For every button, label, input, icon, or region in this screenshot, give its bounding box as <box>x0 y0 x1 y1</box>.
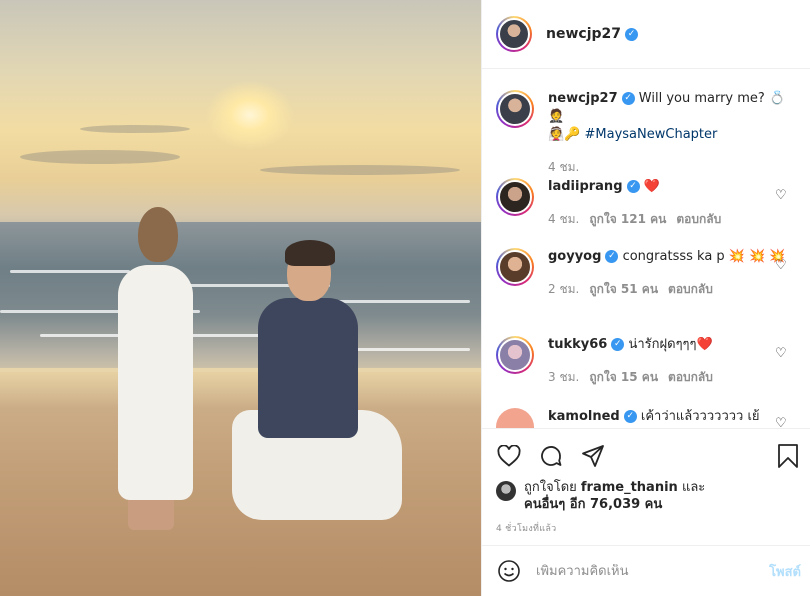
cloud <box>260 165 460 175</box>
woman-head <box>138 207 178 262</box>
comment-list[interactable]: newcjp27 ✓ Will you marry me? 💍🤵 👰🔑 #Mays… <box>482 70 810 428</box>
add-comment-bar: โพสต์ <box>482 545 810 596</box>
avatar[interactable] <box>496 481 516 501</box>
comment-time: 2 ชม. <box>548 282 580 296</box>
comment-text: เค้าว่าแล้ววววววว เย้ <box>640 409 760 424</box>
avatar[interactable] <box>496 408 534 428</box>
hashtag-link[interactable]: #MaysaNewChapter <box>585 127 718 142</box>
comment-icon[interactable] <box>538 443 564 469</box>
sea <box>0 222 481 377</box>
post-timestamp[interactable]: 4 ชั่วโมงที่แล้ว <box>496 521 557 535</box>
action-bar: ถูกใจโดย frame_thanin และ คนอื่นๆ อีก 76… <box>482 428 810 545</box>
post-panel: newcjp27 ✓ newcjp27 ✓ Will you marry me? … <box>481 0 810 596</box>
cloud <box>80 125 190 133</box>
comment-username[interactable]: goyyog <box>548 249 601 264</box>
comment-likes[interactable]: ถูกใจ 121 คน <box>589 210 666 229</box>
heart-icon[interactable]: ♡ <box>775 416 789 428</box>
share-icon[interactable] <box>580 443 606 469</box>
comment-likes[interactable]: ถูกใจ 15 คน <box>589 368 658 387</box>
emoji-icon[interactable] <box>496 558 522 584</box>
reply-button[interactable]: ตอบกลับ <box>676 210 721 229</box>
caption-username[interactable]: newcjp27 <box>548 91 618 106</box>
comment-item: goyyog ✓ congratsss ka p 💥 💥 💥 2 ชม. ถูกใ… <box>496 248 788 299</box>
verified-icon: ✓ <box>626 180 640 193</box>
likes-others[interactable]: คนอื่นๆ อีก 76,039 คน <box>524 497 662 512</box>
verified-icon: ✓ <box>621 92 635 105</box>
comment-input[interactable] <box>536 563 736 579</box>
caption: newcjp27 ✓ Will you marry me? 💍🤵 👰🔑 #Mays… <box>496 90 788 177</box>
caption-emojis: 👰🔑 <box>548 127 581 142</box>
header-username[interactable]: newcjp27 <box>546 26 621 42</box>
avatar[interactable] <box>496 90 534 128</box>
post-button[interactable]: โพสต์ <box>769 561 801 582</box>
comment-text: น่ารักฝุดๆๆๆ❤️ <box>628 337 713 352</box>
comment-username[interactable]: ladiiprang <box>548 179 623 194</box>
likes-summary: ถูกใจโดย frame_thanin และ คนอื่นๆ อีก 76… <box>496 479 754 513</box>
sun <box>205 80 295 150</box>
liker-username[interactable]: frame_thanin <box>581 480 678 495</box>
heart-icon[interactable]: ♡ <box>775 188 789 203</box>
bookmark-icon[interactable] <box>775 443 801 469</box>
comment-item: tukky66 ✓ น่ารักฝุดๆๆๆ❤️ 3 ชม. ถูกใจ 15 ค… <box>496 336 788 387</box>
instagram-post: newcjp27 ✓ newcjp27 ✓ Will you marry me? … <box>0 0 810 596</box>
caption-time: 4 ชม. <box>548 160 580 174</box>
heart-icon[interactable]: ♡ <box>775 258 789 273</box>
avatar[interactable] <box>496 336 534 374</box>
comment-username[interactable]: tukky66 <box>548 337 607 352</box>
heart-icon[interactable] <box>496 443 522 469</box>
comment-likes[interactable]: ถูกใจ 51 คน <box>589 280 658 299</box>
likes-middle: และ <box>681 480 706 495</box>
woman-dress <box>118 265 193 500</box>
cloud <box>20 150 180 164</box>
likes-prefix: ถูกใจโดย <box>524 480 577 495</box>
avatar[interactable] <box>496 248 534 286</box>
heart-icon[interactable]: ♡ <box>775 346 789 361</box>
comment-text: congratsss ka p 💥 💥 💥 <box>622 249 786 264</box>
verified-icon: ✓ <box>611 338 625 351</box>
comment-text: ❤️ <box>643 179 660 194</box>
reply-button[interactable]: ตอบกลับ <box>668 280 713 299</box>
comment-item: kamolned ✓ เค้าว่าแล้ววววววว เย้ <box>496 408 788 428</box>
avatar[interactable] <box>496 16 532 52</box>
comment-time: 4 ชม. <box>548 212 580 226</box>
comment-item: ladiiprang ✓ ❤️ 4 ชม. ถูกใจ 121 คน ตอบกลั… <box>496 178 788 229</box>
man-shirt <box>258 298 358 438</box>
comment-time: 3 ชม. <box>548 370 580 384</box>
verified-icon: ✓ <box>623 410 637 423</box>
avatar[interactable] <box>496 178 534 216</box>
verified-icon: ✓ <box>605 250 619 263</box>
wet-sand <box>0 368 481 408</box>
man-hair <box>285 240 335 266</box>
post-header: newcjp27 ✓ <box>482 0 810 69</box>
post-photo[interactable] <box>0 0 481 596</box>
reply-button[interactable]: ตอบกลับ <box>668 368 713 387</box>
comment-username[interactable]: kamolned <box>548 409 620 424</box>
verified-icon: ✓ <box>625 27 638 41</box>
